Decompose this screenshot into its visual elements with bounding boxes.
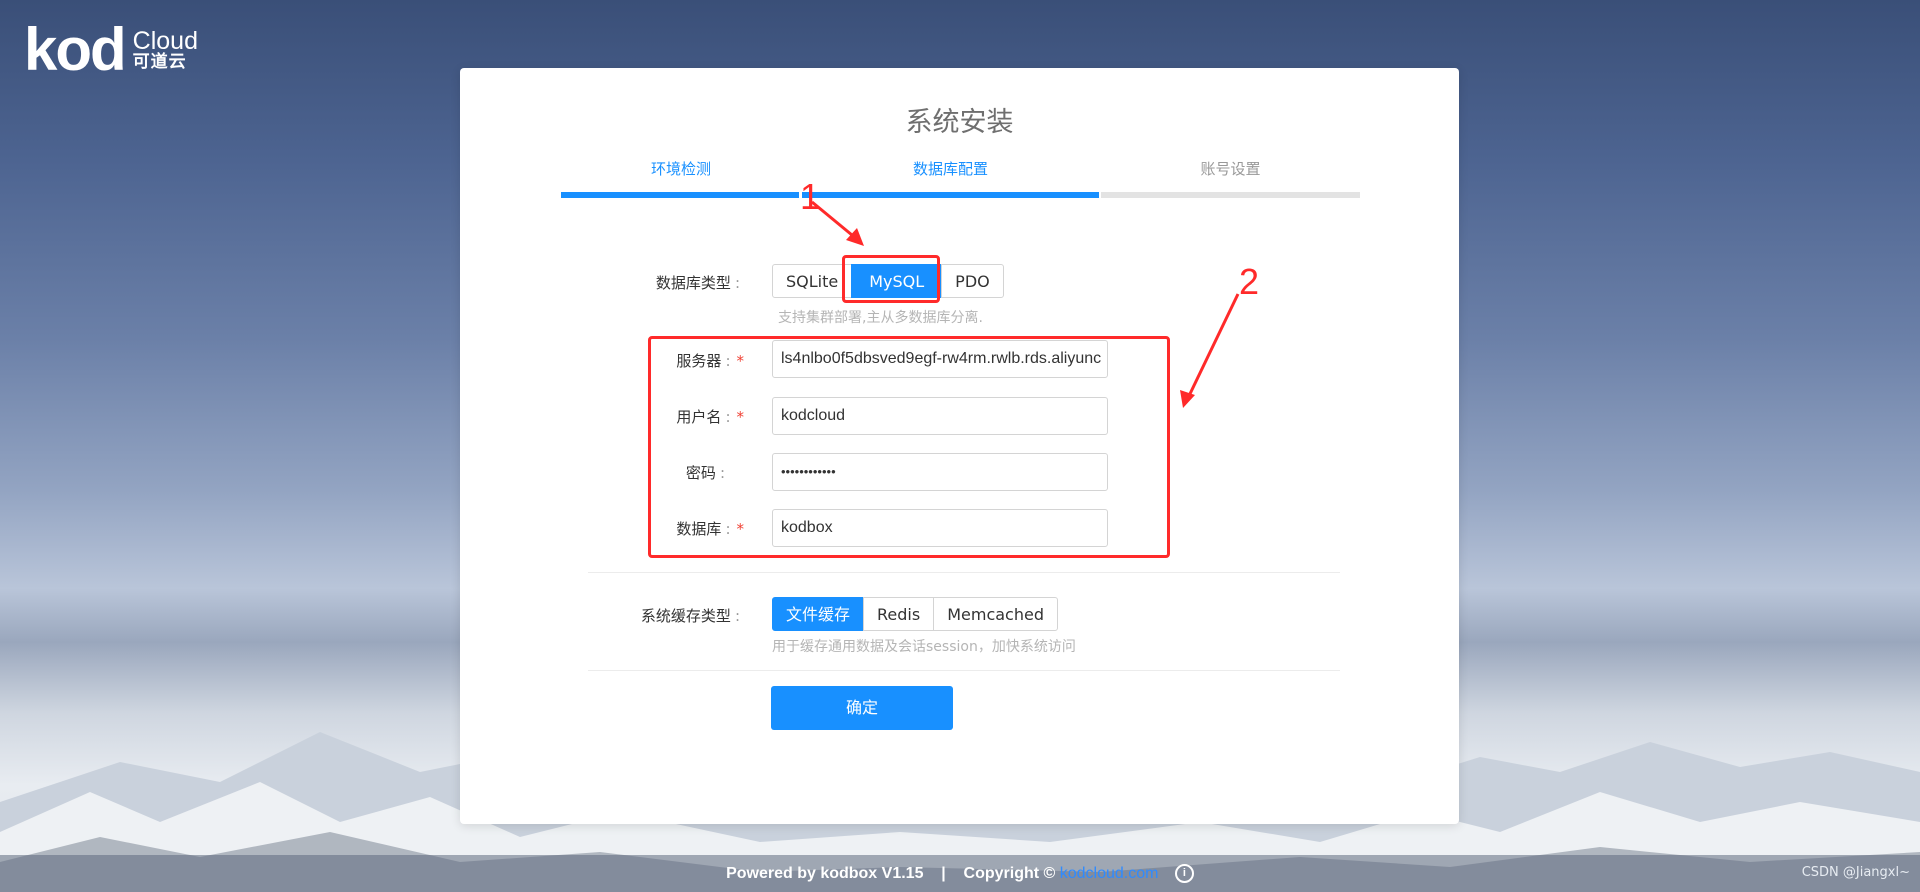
db-type-label: 数据库类型: [655, 274, 740, 292]
step-environment[interactable]: 环境检测 [561, 158, 801, 179]
step-label: 数据库配置 [912, 160, 988, 178]
install-steps: 环境检测 数据库配置 账号设置 [561, 158, 1360, 198]
step-bar-account [1101, 192, 1360, 198]
cache-type-redis[interactable]: Redis [863, 597, 935, 631]
step-bar-database [802, 192, 1099, 198]
logo-name: Cloud [132, 26, 198, 55]
cache-type-file[interactable]: 文件缓存 [772, 597, 865, 631]
footer-powered: Powered by kodbox V1.15 [726, 865, 924, 882]
step-account[interactable]: 账号设置 [1101, 158, 1360, 179]
annotation-number-1: 1 [800, 176, 821, 217]
page-title: 系统安装 [905, 107, 1014, 138]
section-divider [588, 572, 1340, 573]
cache-type-hint: 用于缓存通用数据及会话session，加快系统访问 [772, 639, 1076, 655]
annotation-number-2: 2 [1239, 261, 1260, 302]
step-bar-environment [561, 192, 799, 198]
kodcloud-logo: kod Cloud 可道云 [24, 20, 198, 80]
cache-type-selector: 文件缓存 Redis Memcached [772, 597, 1058, 631]
section-divider [588, 670, 1340, 671]
logo-subtitle: 可道云 [132, 52, 187, 73]
footer: Powered by kodbox V1.15 | Copyright © ko… [0, 855, 1920, 892]
footer-separator: | [941, 865, 946, 882]
footer-text: Powered by kodbox V1.15 | Copyright © ko… [0, 855, 1920, 892]
step-label: 环境检测 [650, 160, 711, 178]
cache-type-label: 系统缓存类型: [640, 607, 740, 625]
info-icon[interactable]: i [1174, 864, 1194, 884]
db-type-hint: 支持集群部署,主从多数据库分离. [778, 310, 983, 326]
annotation-box-fields [648, 336, 1170, 558]
step-database[interactable]: 数据库配置 [802, 158, 1099, 179]
footer-link[interactable]: kodcloud.com [1060, 865, 1159, 882]
db-type-pdo[interactable]: PDO [941, 264, 1004, 298]
watermark: CSDN @Jiangxl~ [1801, 865, 1910, 880]
footer-copyright: Copyright © [963, 865, 1056, 882]
step-label: 账号设置 [1200, 160, 1261, 178]
db-type-sqlite[interactable]: SQLite [772, 264, 853, 298]
logo-mark: kod [24, 16, 127, 83]
confirm-button[interactable]: 确定 [771, 686, 953, 730]
annotation-box-mysql [842, 255, 940, 303]
cache-type-memcached[interactable]: Memcached [933, 597, 1058, 631]
